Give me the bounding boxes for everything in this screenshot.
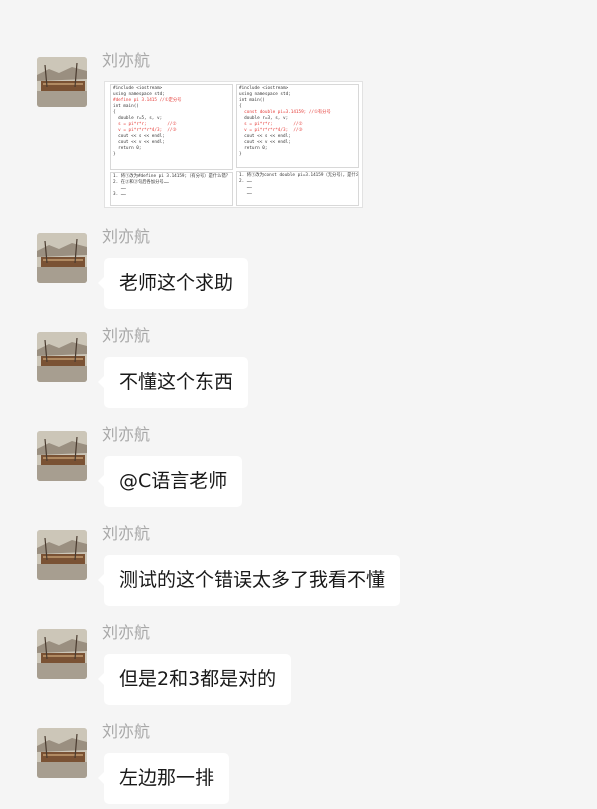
code-line: 1. 将①改为const double pi=3.14159（无分号），是什么错… — [239, 173, 359, 178]
avatar[interactable] — [37, 629, 87, 679]
message-bubble[interactable]: 老师这个求助 — [97, 258, 249, 309]
code-screenshot-image[interactable]: #include <iostream> using namespace std; #… — [104, 81, 363, 208]
avatar[interactable] — [37, 332, 87, 382]
message-bubble[interactable]: 不懂这个东西 — [97, 357, 249, 408]
sender-name: 刘亦航 — [102, 623, 151, 642]
sender-name: 刘亦航 — [102, 524, 151, 543]
sender-name: 刘亦航 — [102, 326, 151, 345]
avatar[interactable] — [37, 530, 87, 580]
sender-name: 刘亦航 — [102, 227, 151, 246]
sender-name: 刘亦航 — [102, 722, 151, 741]
code-line: } — [239, 152, 242, 157]
code-line: …… — [239, 191, 252, 196]
sender-name: 刘亦航 — [102, 425, 151, 444]
avatar[interactable] — [37, 728, 87, 778]
left-notes-panel: 1. 将①改为#define pi 3.14159;（有分号）是什么错？ 2. 在… — [110, 172, 233, 206]
message-bubble[interactable]: 左边那一排 — [97, 753, 230, 804]
right-notes-panel: 1. 将①改为const double pi=3.14159（无分号），是什么错… — [236, 171, 359, 206]
message-bubble[interactable]: @C语言老师 — [97, 456, 243, 507]
avatar[interactable] — [37, 57, 87, 107]
right-code-panel: #include <iostream> using namespace std; i… — [236, 84, 359, 168]
left-code-panel: #include <iostream> using namespace std; #… — [110, 84, 233, 170]
code-line: 3. …… — [113, 192, 126, 197]
avatar[interactable] — [37, 431, 87, 481]
message-bubble[interactable]: 但是2和3都是对的 — [97, 654, 292, 705]
avatar[interactable] — [37, 233, 87, 283]
message-bubble[interactable]: 测试的这个错误太多了我看不懂 — [97, 555, 401, 606]
sender-name: 刘亦航 — [102, 51, 151, 70]
code-line: } — [113, 152, 116, 157]
